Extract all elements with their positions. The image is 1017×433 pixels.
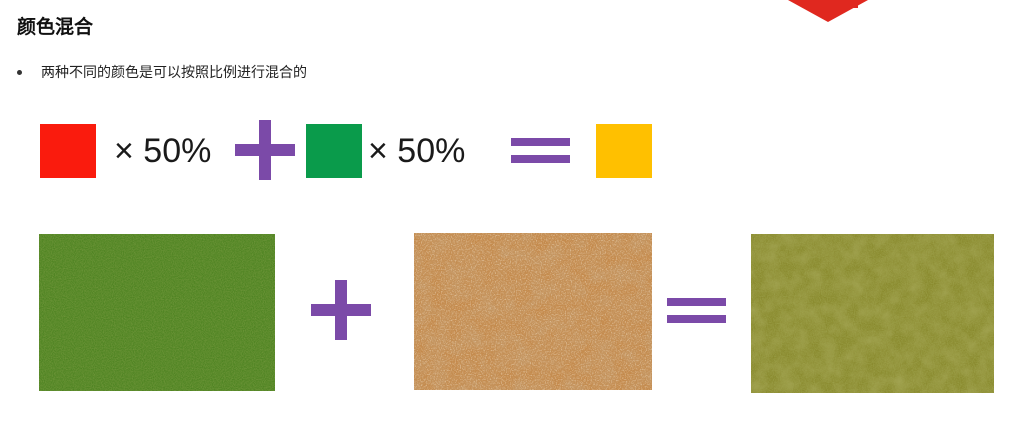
bullet-text: 两种不同的颜色是可以按照比例进行混合的 [41,65,307,81]
equals-icon [667,298,726,324]
yellow-result-swatch [596,124,652,178]
bullet-item: 两种不同的颜色是可以按照比例进行混合的 [17,62,307,82]
mixed-grass-dirt-texture [751,234,994,393]
second-ratio-label: × 50% [368,132,466,170]
slide-title: 颜色混合 [17,16,94,38]
corner-decoration-bar [808,0,858,8]
dirt-texture [414,233,652,390]
bullet-dot-icon [17,69,22,75]
grass-texture [39,234,275,391]
plus-icon [311,280,371,340]
first-ratio-label: × 50% [114,132,212,170]
green-swatch [306,124,362,178]
plus-icon [235,120,295,180]
equals-icon [511,138,570,164]
red-swatch [40,124,96,178]
